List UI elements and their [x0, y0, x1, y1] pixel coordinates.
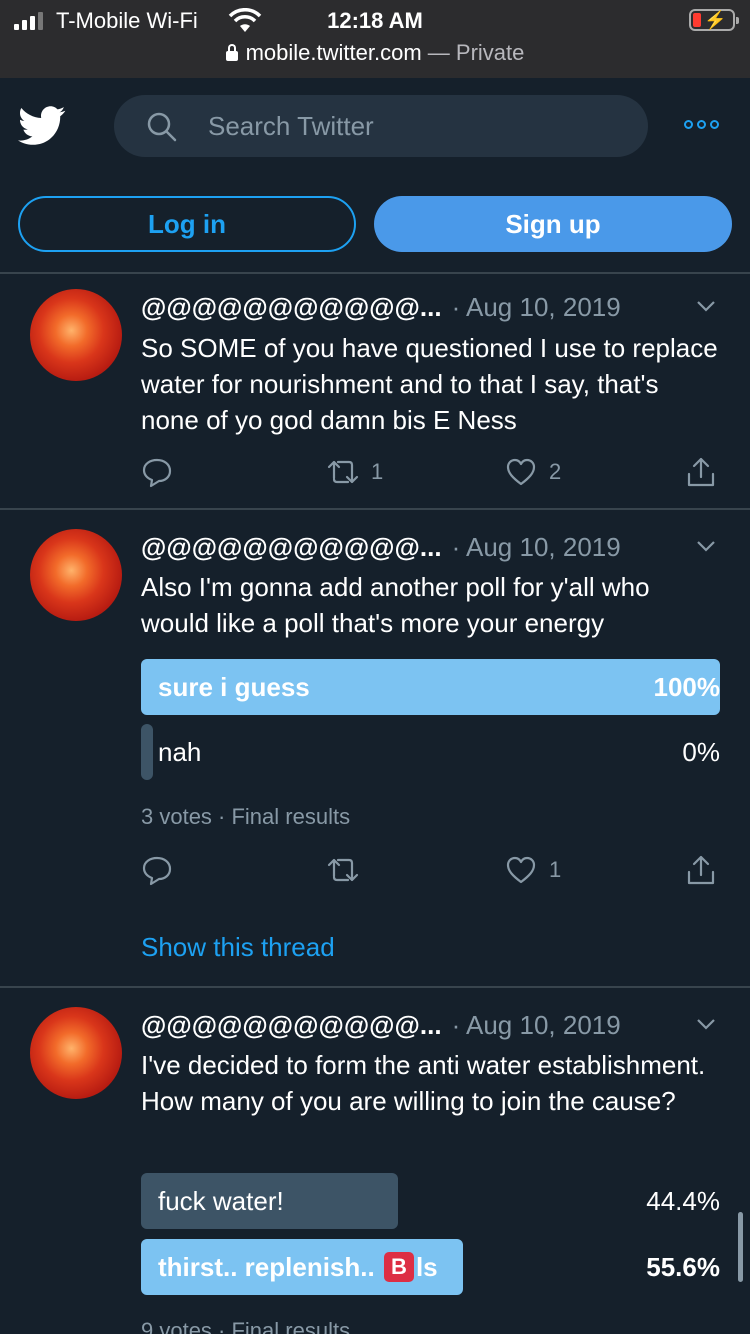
- more-options-icon[interactable]: [684, 120, 719, 129]
- tweet-date[interactable]: · Aug 10, 2019: [452, 1010, 621, 1040]
- b-button-emoji-icon: B: [383, 1252, 414, 1282]
- like-count: 2: [549, 459, 562, 484]
- share-icon: [687, 855, 715, 885]
- poll-meta: 3 votes · Final results: [141, 804, 351, 829]
- chevron-down-icon[interactable]: [696, 300, 716, 312]
- poll-meta: 9 votes · Final results: [141, 1318, 351, 1334]
- reply-icon: [142, 458, 172, 488]
- poll-option-2: nah 0%: [141, 724, 720, 780]
- tweet-header: @@@@@@@@@@@... · Aug 10, 2019: [141, 1010, 621, 1041]
- share-button[interactable]: [685, 456, 717, 488]
- like-count: 1: [549, 857, 562, 882]
- private-mode-label: Private: [455, 40, 525, 65]
- tweet-1[interactable]: @@@@@@@@@@@... · Aug 10, 2019 So SOME of …: [0, 274, 750, 508]
- poll-option-percent: 0%: [682, 737, 720, 767]
- tweet-text: I've decided to form the anti water esta…: [141, 1050, 706, 1116]
- poll-bar: [141, 724, 153, 780]
- status-bar: T-Mobile Wi-Fi 12:18 AM ⚡ mobile.twitter…: [0, 0, 750, 78]
- reply-icon: [142, 856, 172, 886]
- lock-icon: [225, 44, 238, 61]
- search-icon: [147, 112, 177, 142]
- url-bar[interactable]: mobile.twitter.com — Private: [0, 40, 750, 66]
- retweet-icon: [327, 460, 359, 484]
- reply-button[interactable]: [141, 456, 173, 488]
- url-separator: —: [421, 40, 456, 65]
- retweet-button[interactable]: [327, 854, 371, 886]
- poll-option-percent: 55.6%: [646, 1252, 720, 1282]
- tweet-text: So SOME of you have questioned I use to …: [141, 333, 718, 435]
- avatar[interactable]: [30, 289, 122, 381]
- sign-up-button[interactable]: Sign up: [374, 196, 732, 252]
- like-button[interactable]: 1: [505, 854, 561, 886]
- poll-option-1: sure i guess 100%: [141, 659, 720, 715]
- search-placeholder: Search Twitter: [208, 111, 374, 141]
- share-icon: [687, 457, 715, 487]
- tweet-actions: 1: [141, 854, 721, 890]
- retweet-count: 1: [371, 459, 384, 484]
- tweet-actions: 1 2: [141, 456, 721, 492]
- tweet-date[interactable]: · Aug 10, 2019: [452, 532, 621, 562]
- tweet-handle[interactable]: @@@@@@@@@@@...: [141, 532, 442, 562]
- tweet-header: @@@@@@@@@@@... · Aug 10, 2019: [141, 292, 621, 323]
- tweet-date[interactable]: · Aug 10, 2019: [452, 292, 621, 322]
- clock: 12:18 AM: [327, 8, 423, 33]
- poll-option-label: thirst.. replenish.. Bls: [158, 1252, 438, 1283]
- retweet-icon: [327, 858, 359, 882]
- poll-option-label: sure i guess: [158, 672, 310, 702]
- like-button[interactable]: 2: [505, 456, 561, 488]
- retweet-button[interactable]: 1: [327, 456, 383, 488]
- avatar[interactable]: [30, 1007, 122, 1099]
- poll-option-1: fuck water! 44.4%: [141, 1173, 720, 1229]
- share-button[interactable]: [685, 854, 717, 886]
- poll-option-label: fuck water!: [158, 1186, 284, 1216]
- tweet-handle[interactable]: @@@@@@@@@@@...: [141, 1010, 442, 1040]
- search-input[interactable]: Search Twitter: [114, 95, 648, 157]
- tweet-3[interactable]: @@@@@@@@@@@... · Aug 10, 2019 I've decide…: [0, 988, 750, 1334]
- chevron-down-icon[interactable]: [696, 1018, 716, 1030]
- chevron-down-icon[interactable]: [696, 540, 716, 552]
- show-thread-link[interactable]: Show this thread: [141, 932, 335, 963]
- poll-option-percent: 44.4%: [646, 1186, 720, 1216]
- tweet-2[interactable]: @@@@@@@@@@@... · Aug 10, 2019 Also I'm go…: [0, 510, 750, 986]
- poll-label-text: ls: [415, 1252, 438, 1282]
- avatar[interactable]: [30, 529, 122, 621]
- url-domain: mobile.twitter.com: [245, 40, 422, 65]
- battery-icon: ⚡: [689, 9, 739, 31]
- poll-option-2: thirst.. replenish.. Bls 55.6%: [141, 1239, 720, 1295]
- reply-button[interactable]: [141, 854, 173, 886]
- twitter-bird-icon[interactable]: [18, 106, 66, 146]
- poll-option-label: nah: [158, 737, 202, 767]
- heart-icon: [506, 856, 536, 884]
- tweet-handle[interactable]: @@@@@@@@@@@...: [141, 292, 442, 322]
- tweet-text: Also I'm gonna add another poll for y'al…: [141, 572, 650, 638]
- heart-icon: [506, 458, 536, 486]
- tweet-header: @@@@@@@@@@@... · Aug 10, 2019: [141, 532, 621, 563]
- log-in-button[interactable]: Log in: [18, 196, 356, 252]
- poll-option-percent: 100%: [653, 672, 721, 702]
- scrollbar[interactable]: [738, 1212, 743, 1282]
- poll-label-text: thirst.. replenish..: [158, 1252, 382, 1282]
